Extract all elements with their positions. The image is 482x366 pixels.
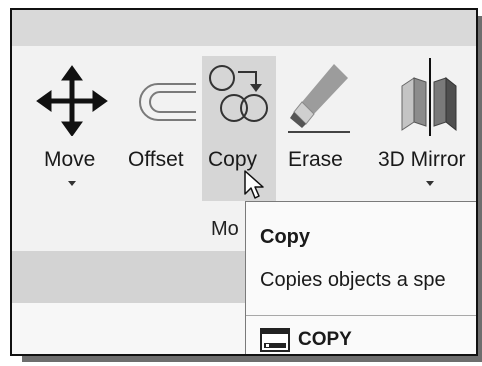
tooltip-command-name: COPY [298,329,352,350]
command-line-icon [260,328,290,352]
tooltip-divider [246,315,476,316]
3d-mirror-label: 3D Mirror [378,148,466,171]
copy-circles-icon [209,65,268,122]
erase-button[interactable]: Erase [284,56,354,206]
tooltip-description: Copies objects a spe [260,269,446,291]
offset-label: Offset [128,148,184,171]
copy-tooltip: Copy Copies objects a spe COPY [245,201,476,354]
3d-mirror-button[interactable]: 3D Mirror [374,56,476,206]
eraser-icon [288,64,350,133]
move-arrows-icon [36,65,108,136]
move-button[interactable]: Move [34,56,110,206]
3d-mirror-dropdown-arrow-icon[interactable] [426,181,434,186]
application-window: Move Offset Copy Erase 3D Mirror Mo Copy… [10,8,478,356]
title-bar [12,10,476,46]
tooltip-title: Copy [260,226,310,248]
mouse-pointer-icon [244,170,264,199]
erase-label: Erase [288,148,343,171]
offset-icon [139,83,196,121]
move-label: Move [44,148,96,171]
move-dropdown-arrow-icon[interactable] [68,181,76,186]
3d-mirror-icon [401,58,457,136]
copy-label: Copy [208,148,258,171]
offset-button[interactable]: Offset [124,56,202,206]
panel-title: Mo [211,218,239,240]
